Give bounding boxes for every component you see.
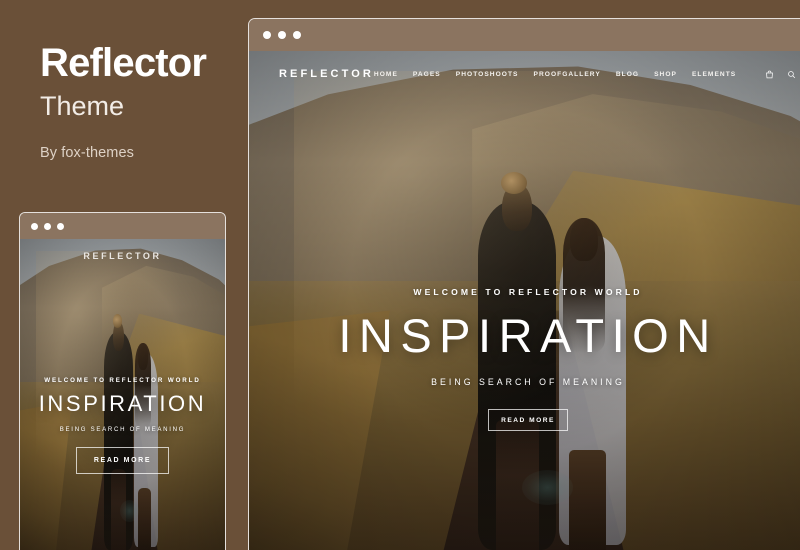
large-site-navbar: REFLECTOR HOME PAGES PHOTOSHOOTS PROOFGA… bbox=[249, 51, 800, 97]
window-dot-icon[interactable] bbox=[278, 31, 286, 39]
hero-eyebrow: WELCOME TO REFLECTOR WORLD bbox=[413, 287, 643, 297]
nav-item-elements[interactable]: ELEMENTS bbox=[692, 71, 736, 78]
large-browser-viewport: REFLECTOR HOME PAGES PHOTOSHOOTS PROOFGA… bbox=[249, 51, 800, 550]
large-browser-preview: REFLECTOR HOME PAGES PHOTOSHOOTS PROOFGA… bbox=[248, 18, 800, 550]
theme-info: Reflector Theme By fox-themes bbox=[40, 42, 240, 161]
search-icon[interactable] bbox=[787, 70, 796, 79]
nav-item-shop[interactable]: SHOP bbox=[654, 71, 677, 78]
read-more-button[interactable]: READ MORE bbox=[76, 447, 169, 474]
hero-title: INSPIRATION bbox=[38, 391, 207, 416]
small-browser-titlebar bbox=[20, 213, 225, 239]
theme-subtitle: Theme bbox=[40, 91, 125, 121]
nav-item-photoshoots[interactable]: PHOTOSHOOTS bbox=[456, 71, 519, 78]
large-window-controls bbox=[263, 31, 301, 39]
small-browser-preview: REFLECTOR WELCOME TO REFLECTOR WORLD INS… bbox=[19, 212, 226, 550]
large-hero-section: WELCOME TO REFLECTOR WORLD INSPIRATION B… bbox=[249, 287, 800, 431]
nav-item-blog[interactable]: BLOG bbox=[616, 71, 639, 78]
hero-eyebrow: WELCOME TO REFLECTOR WORLD bbox=[44, 377, 201, 384]
site-logo[interactable]: REFLECTOR bbox=[279, 68, 374, 80]
main-nav: HOME PAGES PHOTOSHOOTS PROOFGALLERY BLOG… bbox=[374, 70, 796, 79]
window-dot-icon[interactable] bbox=[57, 222, 64, 230]
small-window-controls bbox=[31, 222, 64, 230]
screenshot-stage: Reflector Theme By fox-themes REFLECTOR … bbox=[0, 0, 800, 550]
nav-item-home[interactable]: HOME bbox=[374, 71, 398, 78]
window-dot-icon[interactable] bbox=[31, 222, 38, 230]
site-logo[interactable]: REFLECTOR bbox=[83, 251, 161, 261]
hero-title: INSPIRATION bbox=[338, 309, 718, 362]
theme-author: By fox-themes bbox=[40, 144, 134, 161]
nav-icon-group bbox=[765, 70, 796, 79]
hero-subtitle: BEING SEARCH OF MEANING bbox=[59, 426, 186, 433]
read-more-button[interactable]: READ MORE bbox=[488, 409, 568, 431]
window-dot-icon[interactable] bbox=[293, 31, 301, 39]
window-dot-icon[interactable] bbox=[44, 222, 51, 230]
large-browser-titlebar bbox=[249, 19, 800, 51]
nav-item-pages[interactable]: PAGES bbox=[413, 71, 441, 78]
hero-subtitle: BEING SEARCH OF MEANING bbox=[431, 377, 625, 387]
small-hero-section: WELCOME TO REFLECTOR WORLD INSPIRATION B… bbox=[20, 377, 225, 474]
small-site-navbar: REFLECTOR bbox=[20, 239, 225, 273]
theme-title: Reflector bbox=[40, 41, 207, 85]
nav-item-proofgallery[interactable]: PROOFGALLERY bbox=[534, 71, 601, 78]
shopping-bag-icon[interactable] bbox=[765, 70, 774, 79]
window-dot-icon[interactable] bbox=[263, 31, 271, 39]
small-browser-viewport: REFLECTOR WELCOME TO REFLECTOR WORLD INS… bbox=[20, 239, 225, 550]
